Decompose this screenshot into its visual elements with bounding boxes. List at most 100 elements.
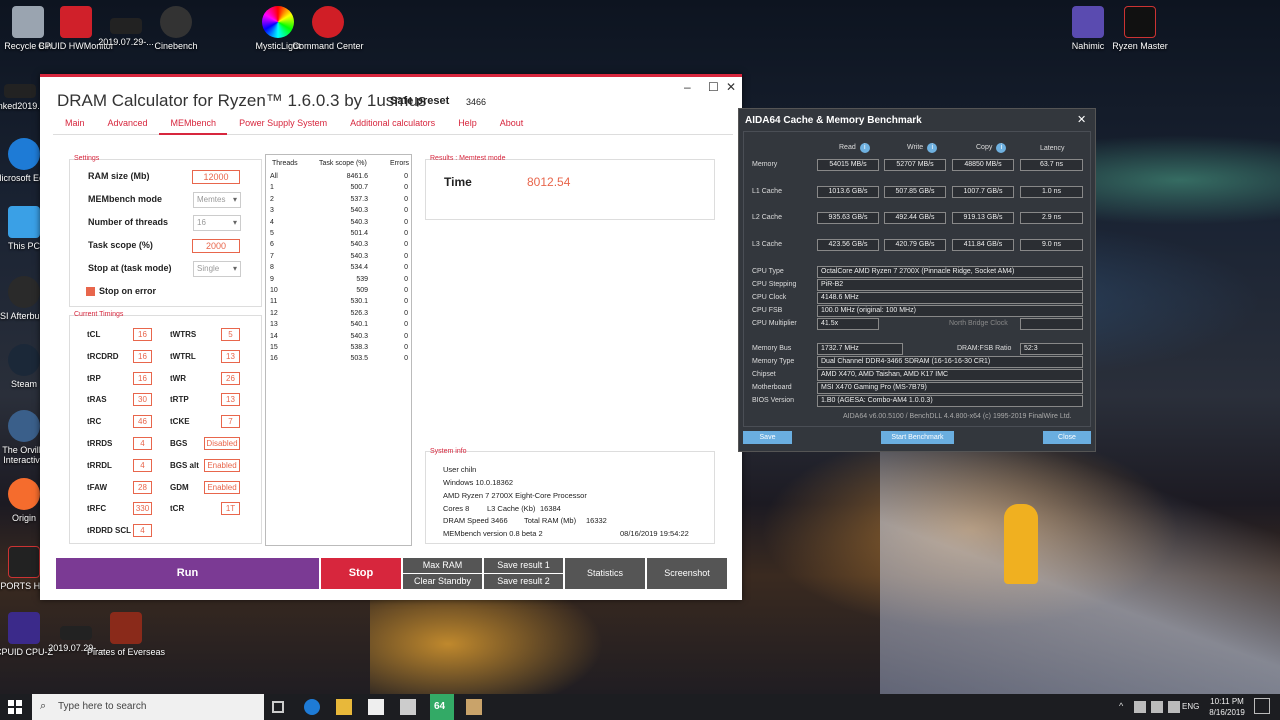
timings-title: Current Timings xyxy=(74,311,124,318)
timing-label: tWTRS xyxy=(170,330,197,339)
timing-value[interactable]: 4 xyxy=(133,524,152,538)
run-button[interactable]: Run xyxy=(56,558,319,589)
stop-button[interactable]: Stop xyxy=(321,558,401,589)
tab-additional-calculators[interactable]: Additional calculators xyxy=(338,115,446,135)
desktop-icon-command-center[interactable]: Command Center xyxy=(288,6,368,51)
tab-membench[interactable]: MEMbench xyxy=(158,115,228,135)
aida-benchmark-value: 1007.7 GB/s xyxy=(952,185,1014,198)
timing-value[interactable]: 13 xyxy=(221,349,240,363)
tray-app-icon[interactable] xyxy=(1151,701,1163,713)
save-result-1-button[interactable]: Save result 1 xyxy=(484,558,563,573)
max-ram-button[interactable]: Max RAM xyxy=(403,558,482,573)
aida-save-button[interactable]: Save xyxy=(743,431,792,444)
tab-advanced[interactable]: Advanced xyxy=(96,115,159,135)
timing-value[interactable]: 26 xyxy=(221,371,240,385)
maximize-button[interactable]: ☐ xyxy=(708,80,719,94)
notification-icon[interactable] xyxy=(1254,698,1270,714)
start-benchmark-button[interactable]: Start Benchmark xyxy=(881,431,954,444)
membench-mode-select[interactable]: Memtes xyxy=(193,192,241,208)
errors-cell: 0 xyxy=(404,287,408,294)
aida-benchmark-value: 63.7 ns xyxy=(1020,159,1083,171)
task-scope-cell: 530.1 xyxy=(350,298,368,306)
store-icon[interactable] xyxy=(368,699,384,715)
start-button-windows-icon[interactable] xyxy=(8,700,22,714)
mail-icon[interactable] xyxy=(400,699,416,715)
clear-standby-button[interactable]: Clear Standby xyxy=(403,574,482,589)
aida-close-icon[interactable]: ✕ xyxy=(1077,113,1086,126)
task-scope-cell: 8461.6 xyxy=(346,173,368,180)
timing-value[interactable]: 28 xyxy=(133,480,152,494)
results-panel xyxy=(425,159,715,220)
aida64-taskbar-button[interactable]: 64 xyxy=(430,694,454,720)
timing-value[interactable]: 4 xyxy=(133,458,152,472)
aida-title: AIDA64 Cache & Memory Benchmark xyxy=(745,115,922,126)
timing-value[interactable]: 46 xyxy=(133,415,152,429)
timing-value[interactable]: 30 xyxy=(133,393,152,407)
task-view-icon[interactable] xyxy=(272,701,284,713)
timing-label: tRTP xyxy=(170,395,189,405)
timing-value[interactable]: 5 xyxy=(221,328,240,341)
timing-value[interactable]: Enabled xyxy=(204,458,240,472)
desktop-icon-pirates[interactable]: Pirates of Everseas xyxy=(86,612,166,657)
aida-close-button[interactable]: Close xyxy=(1043,431,1091,444)
timing-value[interactable]: 4 xyxy=(133,437,152,450)
stop-at-select[interactable]: Single xyxy=(193,261,241,277)
desktop-icon-ryzen-master[interactable]: Ryzen Master xyxy=(1100,6,1180,51)
task-scope-input[interactable]: 2000 xyxy=(192,239,240,253)
language-indicator[interactable]: ENG xyxy=(1182,702,1199,711)
timing-value[interactable]: Disabled xyxy=(204,437,240,450)
timing-value[interactable]: 13 xyxy=(221,393,240,407)
dram-calculator-taskbar-icon[interactable] xyxy=(466,699,482,715)
task-scope-cell: 526.3 xyxy=(350,309,368,317)
statistics-button[interactable]: Statistics xyxy=(565,558,645,589)
sysinfo-cores: Cores 8 xyxy=(443,504,470,513)
save-result-2-button[interactable]: Save result 2 xyxy=(484,574,563,589)
timing-label: tRRDS xyxy=(87,439,113,448)
edge-taskbar-icon[interactable] xyxy=(304,699,320,715)
search-box[interactable]: ⌕ Type here to search xyxy=(32,694,264,720)
timing-label: tRAS xyxy=(87,395,107,405)
tray-chevron-icon[interactable]: ^ xyxy=(1119,701,1123,711)
timing-value[interactable]: Enabled xyxy=(204,480,240,494)
network-icon[interactable] xyxy=(1134,701,1146,713)
timing-value[interactable]: 330 xyxy=(133,502,152,516)
task-scope-cell: 540.3 xyxy=(350,252,368,260)
desktop-icon-label: Inked2019... xyxy=(0,101,45,111)
minimize-button[interactable]: – xyxy=(684,80,691,94)
ram-size-input[interactable]: 12000 xyxy=(192,170,240,184)
errors-cell: 0 xyxy=(404,275,408,283)
task-scope-cell: 540.3 xyxy=(350,241,368,249)
clock[interactable]: 10:11 PM 8/16/2019 xyxy=(1205,696,1249,718)
threads-select[interactable]: 16 xyxy=(193,215,241,231)
timing-value[interactable]: 16 xyxy=(133,371,152,385)
task-scope-cell: 539 xyxy=(356,275,368,283)
info-icon[interactable]: i xyxy=(859,143,870,153)
tab-about[interactable]: About xyxy=(488,115,535,135)
timing-label: tWR xyxy=(170,373,186,383)
image-file-icon xyxy=(4,84,36,98)
timing-value[interactable]: 16 xyxy=(133,349,152,363)
aida-row-label: Memory xyxy=(752,161,778,168)
timing-value[interactable]: 7 xyxy=(221,415,240,429)
file-explorer-icon[interactable] xyxy=(336,699,352,715)
errors-cell: 0 xyxy=(404,207,408,215)
desktop-icon-label: Pirates of Everseas xyxy=(86,647,166,657)
info-icon[interactable]: i xyxy=(996,143,1007,153)
desktop-icon-cinebench[interactable]: Cinebench xyxy=(136,6,216,51)
thread-id-cell: 8 xyxy=(270,264,274,272)
stop-on-error-checkbox[interactable] xyxy=(86,287,95,296)
tab-power-supply[interactable]: Power Supply System xyxy=(227,115,338,135)
volume-icon[interactable] xyxy=(1168,701,1180,713)
close-button[interactable]: ✕ xyxy=(726,80,736,94)
timing-value[interactable]: 1T xyxy=(221,502,240,516)
aida-benchmark-value: 935.63 GB/s xyxy=(817,212,879,225)
thread-id-cell: 9 xyxy=(270,275,274,283)
tab-help[interactable]: Help xyxy=(446,115,488,135)
cpu-stepping-label: CPU Stepping xyxy=(752,281,797,288)
timing-value[interactable]: 16 xyxy=(133,328,152,341)
info-icon[interactable]: i xyxy=(927,143,938,153)
tab-main[interactable]: Main xyxy=(53,115,96,135)
screenshot-button[interactable]: Screenshot xyxy=(647,558,727,589)
memory-type-value: Dual Channel DDR4-3466 SDRAM (16-16-16-3… xyxy=(817,356,1083,368)
thread-id-cell: 12 xyxy=(270,309,278,317)
